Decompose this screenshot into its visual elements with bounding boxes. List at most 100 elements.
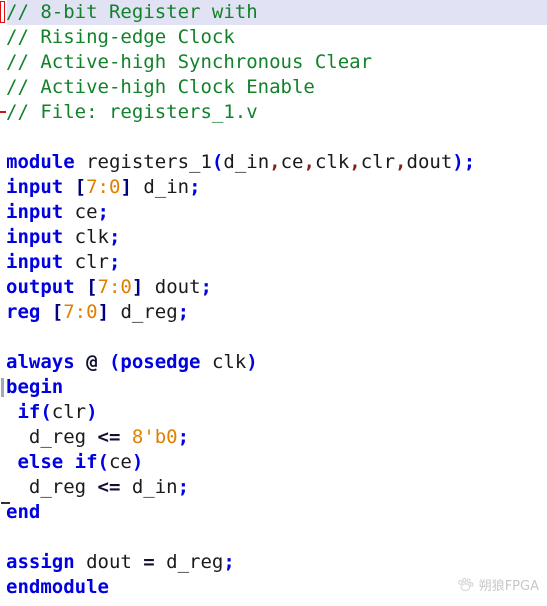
code-token: 7:0 (97, 276, 132, 298)
code-token: d_in (131, 176, 190, 198)
code-token: ; (97, 201, 109, 223)
code-token: ] (131, 276, 144, 298)
code-token: d_in (120, 476, 178, 498)
code-line[interactable] (0, 125, 547, 150)
code-line[interactable]: input clr; (0, 250, 547, 275)
code-line[interactable]: // Active-high Clock Enable (0, 75, 547, 100)
code-line[interactable]: always @ (posedge clk) (0, 350, 547, 375)
code-token: else if (6, 451, 98, 473)
code-token: input (6, 226, 64, 248)
code-token: clk (200, 351, 247, 373)
code-token: , (303, 151, 315, 173)
code-line[interactable]: output [7:0] dout; (0, 275, 547, 300)
code-line[interactable]: assign dout = d_reg; (0, 550, 547, 575)
code-token: ce (63, 201, 98, 223)
code-token: ) (246, 351, 258, 373)
code-line[interactable]: // 8-bit Register with (0, 0, 547, 25)
code-token: clr (360, 151, 396, 173)
code-token: input (6, 251, 64, 273)
editor-gutter[interactable] (0, 0, 10, 606)
gutter-marker-fold-bar[interactable] (1, 378, 4, 397)
code-token: ) (86, 401, 98, 423)
code-token: ( (97, 451, 109, 473)
code-token: // Active-high Synchronous Clear (6, 51, 373, 73)
code-token: 7:0 (86, 176, 121, 198)
code-line[interactable]: endmodule (0, 575, 547, 600)
code-token: ( (108, 351, 121, 373)
code-token: input (6, 201, 64, 223)
code-token: always (6, 351, 75, 373)
code-token: [ (51, 301, 64, 323)
code-token: ; (108, 226, 121, 248)
code-token: ] (97, 301, 110, 323)
code-line[interactable]: // File: registers_1.v (0, 100, 547, 125)
code-token: begin (6, 376, 64, 398)
code-token: dout (74, 551, 144, 573)
code-line[interactable]: else if(ce) (0, 450, 547, 475)
code-token: // File: registers_1.v (6, 101, 258, 123)
code-line[interactable]: d_reg <= d_in; (0, 475, 547, 500)
code-token: registers_1 (74, 151, 212, 173)
code-token: end (6, 501, 41, 523)
code-token: [ (86, 276, 98, 298)
code-line[interactable]: // Active-high Synchronous Clear (0, 50, 547, 75)
code-line[interactable]: input ce; (0, 200, 547, 225)
code-token: <= (97, 426, 121, 448)
code-line[interactable] (0, 525, 547, 550)
code-token: clr (63, 251, 109, 273)
code-token: d_reg (6, 426, 98, 448)
code-token: // 8-bit Register with (6, 1, 258, 23)
code-token: input (6, 176, 64, 198)
code-token: ( (40, 401, 52, 423)
code-token: ) (131, 451, 144, 473)
code-line[interactable]: end (0, 500, 547, 525)
code-content[interactable]: // 8-bit Register with // Rising-edge Clo… (0, 0, 547, 600)
gutter-marker-cursor-box (0, 1, 5, 23)
code-token: d_reg (109, 301, 178, 323)
code-line[interactable]: d_reg <= 8'b0; (0, 425, 547, 450)
code-token: output (6, 276, 75, 298)
code-line[interactable]: begin (0, 375, 547, 400)
code-line[interactable]: input clk; (0, 225, 547, 250)
code-token: 7:0 (63, 301, 98, 323)
code-line[interactable]: module registers_1(d_in,ce,clk,clr,dout)… (0, 150, 547, 175)
code-token: , (349, 151, 361, 173)
code-token: ; (177, 426, 190, 448)
code-line[interactable]: reg [7:0] d_reg; (0, 300, 547, 325)
code-token: <= (97, 476, 121, 498)
code-token: d_in (223, 151, 270, 173)
code-token: reg (6, 301, 41, 323)
code-token: @ (74, 351, 109, 373)
code-token: module (6, 151, 75, 173)
code-token: ; (108, 251, 121, 273)
code-line[interactable]: // Rising-edge Clock (0, 25, 547, 50)
code-token: , (395, 151, 407, 173)
code-token: d_reg (154, 551, 224, 573)
code-token: ; (177, 301, 190, 323)
code-line[interactable] (0, 325, 547, 350)
code-token: assign (6, 551, 75, 573)
code-token: // Rising-edge Clock (6, 26, 235, 48)
code-token: ce (108, 451, 132, 473)
code-token: , (269, 151, 281, 173)
gutter-marker-fold-cap[interactable] (1, 502, 10, 504)
code-token: d_reg (6, 476, 98, 498)
code-token: clk (314, 151, 350, 173)
code-token: ] (120, 176, 132, 198)
code-token: ); (452, 151, 476, 173)
code-editor[interactable]: // 8-bit Register with // Rising-edge Clo… (0, 0, 547, 606)
code-token: ; (189, 176, 201, 198)
code-token: ; (177, 476, 190, 498)
code-token: if (6, 401, 41, 423)
code-token: clk (63, 226, 109, 248)
code-line[interactable]: if(clr) (0, 400, 547, 425)
code-token: ; (223, 551, 235, 573)
code-token: [ (74, 176, 87, 198)
gutter-marker-dash-red[interactable] (0, 111, 6, 113)
code-token: 8'b0 (131, 426, 178, 448)
code-token: posedge (120, 351, 201, 373)
code-line[interactable]: input [7:0] d_in; (0, 175, 547, 200)
